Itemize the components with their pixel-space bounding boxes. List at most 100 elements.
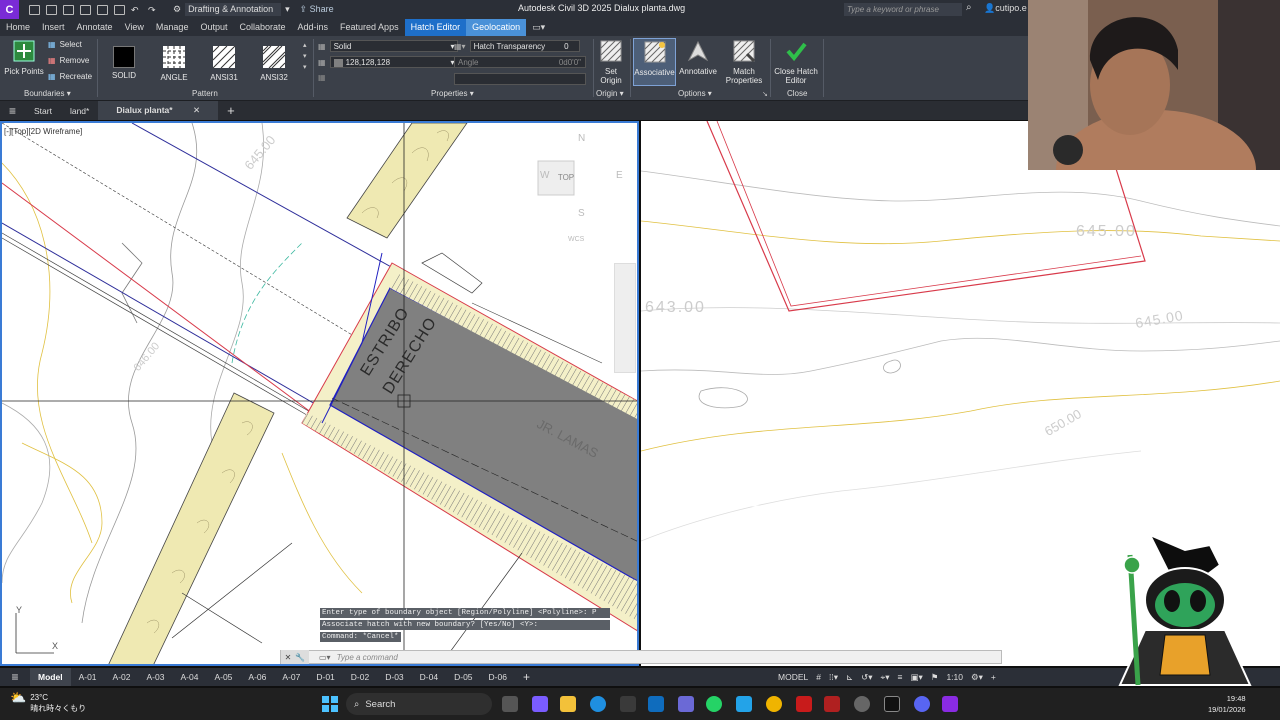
teams-icon[interactable] xyxy=(678,696,694,712)
snap-icon[interactable]: ⁞⁞▾ xyxy=(829,672,838,683)
viewcube-north[interactable]: N xyxy=(578,133,585,144)
lineweight-icon[interactable]: ≡ xyxy=(898,672,903,682)
options-launcher-icon[interactable]: ↘ xyxy=(762,90,768,98)
outlook-icon[interactable] xyxy=(648,696,664,712)
match-properties-button[interactable]: Match Properties xyxy=(722,40,766,85)
windows-start-icon[interactable] xyxy=(322,696,338,712)
origin-panel-title[interactable]: Origin ▾ xyxy=(596,89,624,98)
file-tab-start[interactable]: Start xyxy=(25,106,61,116)
viewport-left[interactable]: [-][Top][2D Wireframe] ESTRIBO DERECHO J… xyxy=(0,121,639,666)
workspace-dropdown[interactable]: Drafting & Annotation xyxy=(185,3,282,16)
chrome-icon[interactable] xyxy=(766,696,782,712)
vscode-icon[interactable] xyxy=(736,696,752,712)
grid-icon[interactable]: # xyxy=(816,672,821,682)
tab-output[interactable]: Output xyxy=(194,19,233,36)
navigation-bar[interactable] xyxy=(614,263,636,373)
close-hatch-editor-button[interactable]: Close Hatch Editor xyxy=(772,40,820,85)
wcs-menu[interactable]: WCS xyxy=(568,236,584,243)
osnap-icon[interactable]: ⌖▾ xyxy=(880,672,889,683)
angle-field[interactable]: Angle 0d0'0" xyxy=(454,56,586,68)
options-panel-title[interactable]: Options ▾ xyxy=(678,89,712,98)
annotation-visibility-icon[interactable]: ⚑ xyxy=(931,672,939,683)
hatch-type-dropdown[interactable]: Solid ▾ xyxy=(329,40,458,52)
app-logo[interactable]: C xyxy=(0,0,19,19)
annotation-scale[interactable]: 1:10 xyxy=(946,672,963,682)
layout-tab[interactable]: D-02 xyxy=(343,672,377,682)
dx-icon[interactable] xyxy=(884,696,900,712)
pattern-solid[interactable]: SOLID xyxy=(108,46,140,80)
annotative-button[interactable]: Annotative xyxy=(677,40,719,76)
remove-button[interactable]: ▦ Remove xyxy=(48,56,89,65)
system-clock[interactable]: 19:48 19/01/2026 xyxy=(1208,693,1246,715)
tab-hatch-editor[interactable]: Hatch Editor xyxy=(404,19,467,36)
search-icon[interactable]: ⌕ xyxy=(966,2,972,13)
layout-tab[interactable]: A-02 xyxy=(105,672,139,682)
layout-tab[interactable]: A-01 xyxy=(71,672,105,682)
layout-tab-model[interactable]: Model xyxy=(30,668,71,686)
layout-tab[interactable]: A-07 xyxy=(274,672,308,682)
print-icon[interactable] xyxy=(114,4,125,15)
boundaries-panel-title[interactable]: Boundaries ▾ xyxy=(24,89,71,98)
properties-panel-title[interactable]: Properties ▾ xyxy=(431,89,474,98)
pick-points-button[interactable]: Pick Points xyxy=(3,40,45,76)
tab-add-ins[interactable]: Add-ins xyxy=(292,19,335,36)
scale-field[interactable] xyxy=(454,73,586,85)
layout-tab[interactable]: A-06 xyxy=(240,672,274,682)
tab-manage[interactable]: Manage xyxy=(150,19,195,36)
cloud-icon[interactable] xyxy=(97,4,108,15)
file-explorer-icon[interactable] xyxy=(560,696,576,712)
model-space-toggle[interactable]: MODEL xyxy=(778,672,808,682)
recreate-button[interactable]: ▦ Recreate xyxy=(48,72,92,81)
workspace-gear-icon[interactable]: ⚙▾ xyxy=(971,672,983,683)
add-icon[interactable]: + xyxy=(991,672,996,682)
weather-widget[interactable]: ⛅ 23°C 晴れ時々くもり xyxy=(10,691,86,714)
layout-tab[interactable]: A-03 xyxy=(139,672,173,682)
layout-tab[interactable]: A-04 xyxy=(172,672,206,682)
ortho-icon[interactable]: ⊾ xyxy=(846,672,853,683)
edge-icon[interactable] xyxy=(590,696,606,712)
file-tab-land[interactable]: land* xyxy=(61,106,98,116)
select-button[interactable]: ▦ Select xyxy=(48,40,82,49)
hatch-color-dropdown[interactable]: 128,128,128 ▾ xyxy=(329,56,458,68)
undo-icon[interactable]: ↶ xyxy=(131,5,142,15)
layout-tab[interactable]: D-04 xyxy=(412,672,446,682)
polar-icon[interactable]: ↺▾ xyxy=(861,672,872,683)
taskbar-search[interactable]: ⌕ Search xyxy=(346,693,492,715)
tab-featured-apps[interactable]: Featured Apps xyxy=(334,19,405,36)
settings-icon[interactable] xyxy=(854,696,870,712)
layout-tab[interactable]: D-03 xyxy=(377,672,411,682)
add-layout-icon[interactable]: + xyxy=(515,670,538,684)
command-bar[interactable]: ✕ 🔧 ▭▾ Type a command xyxy=(280,650,1002,664)
command-prompt-icon[interactable]: ▭▾ xyxy=(319,653,331,662)
discord-icon[interactable] xyxy=(914,696,930,712)
store-icon[interactable] xyxy=(620,696,636,712)
layout-menu-icon[interactable]: ≡ xyxy=(0,670,30,684)
close-tab-icon[interactable]: ✕ xyxy=(184,105,209,115)
save-icon[interactable] xyxy=(63,4,74,15)
workspace-switcher[interactable]: ⚙ Drafting & Annotation ▾ xyxy=(173,3,290,16)
pattern-ansi32[interactable]: ANSI32 xyxy=(256,45,292,82)
search-input[interactable]: Type a keyword or phrase xyxy=(844,3,962,16)
redo-icon[interactable]: ↷ xyxy=(148,5,159,15)
tab-collaborate[interactable]: Collaborate xyxy=(233,19,291,36)
viewcube-south[interactable]: S xyxy=(578,208,585,219)
user-account[interactable]: 👤cutipo.e xyxy=(984,3,1027,14)
layout-tab[interactable]: D-01 xyxy=(308,672,342,682)
new-file-icon[interactable] xyxy=(29,4,40,15)
tab-insert[interactable]: Insert xyxy=(36,19,71,36)
copilot-icon[interactable] xyxy=(532,696,548,712)
transparency-field[interactable]: Hatch Transparency 0 xyxy=(469,40,580,52)
tab-geolocation[interactable]: Geolocation xyxy=(466,19,527,36)
autocad-icon[interactable] xyxy=(824,696,840,712)
task-view-icon[interactable] xyxy=(502,696,518,712)
new-tab-icon[interactable]: + xyxy=(218,103,244,118)
share-button[interactable]: ⇪ Share xyxy=(300,4,334,15)
tab-annotate[interactable]: Annotate xyxy=(71,19,119,36)
pattern-angle[interactable]: ANGLE xyxy=(156,46,192,82)
command-input[interactable]: Type a command xyxy=(337,653,398,662)
close-icon[interactable]: ✕ xyxy=(285,653,292,662)
viewcube-top-label[interactable]: TOP xyxy=(548,173,584,182)
open-file-icon[interactable] xyxy=(46,4,57,15)
file-tab-dialux-planta[interactable]: Dialux planta* ✕ xyxy=(98,101,219,120)
layout-tab[interactable]: D-06 xyxy=(481,672,515,682)
